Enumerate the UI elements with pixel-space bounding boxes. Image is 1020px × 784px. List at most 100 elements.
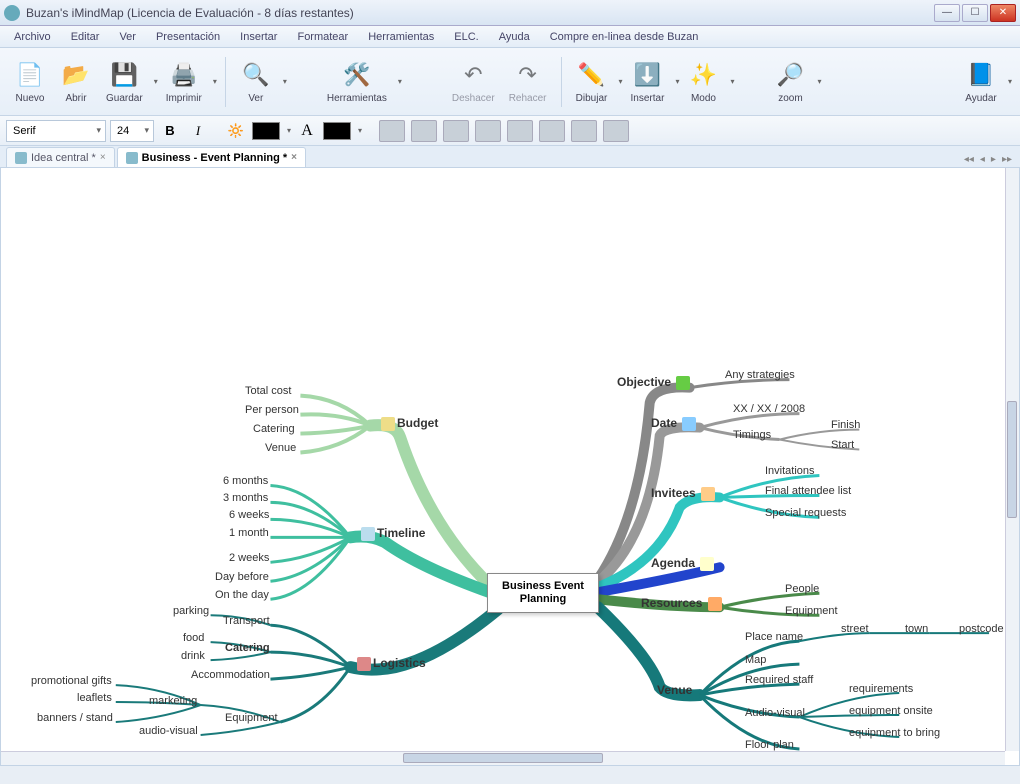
tab-nav-prev[interactable]: ◂ — [978, 152, 987, 167]
abrir-button[interactable]: 📂Abrir — [54, 57, 98, 106]
node[interactable]: Transport — [223, 615, 270, 627]
branch-agenda[interactable]: Agenda — [651, 556, 716, 571]
node[interactable]: Equipment — [785, 605, 838, 617]
tab-nav-last[interactable]: ▸▸ — [1000, 152, 1014, 167]
vertical-scrollbar[interactable] — [1005, 168, 1019, 751]
node[interactable]: Final attendee list — [765, 485, 851, 497]
chevron-down-icon[interactable]: ▾ — [619, 77, 623, 86]
node[interactable]: town — [905, 623, 928, 635]
branch-objective[interactable]: Objective — [617, 375, 692, 390]
node[interactable]: Audio-visual — [745, 707, 805, 719]
close-icon[interactable]: × — [291, 152, 297, 163]
node[interactable]: drink — [181, 650, 205, 662]
node[interactable]: Invitations — [765, 465, 815, 477]
node[interactable]: Per person — [245, 404, 299, 416]
node[interactable]: food — [183, 632, 204, 644]
branch-invitees[interactable]: Invitees — [651, 486, 717, 501]
node[interactable]: Accommodation — [191, 669, 270, 681]
chevron-down-icon[interactable]: ▾ — [154, 77, 158, 86]
tab-nav-next[interactable]: ▸ — [989, 152, 998, 167]
node[interactable]: 6 weeks — [229, 509, 269, 521]
node[interactable]: Special requests — [765, 507, 846, 519]
chevron-down-icon[interactable]: ▾ — [287, 126, 291, 135]
node[interactable]: XX / XX / 2008 — [733, 403, 805, 415]
fill-color-swatch[interactable] — [323, 122, 351, 140]
deshacer-button[interactable]: ↶Deshacer — [446, 57, 501, 106]
insertar-button[interactable]: ⬇️Insertar — [625, 57, 671, 106]
node[interactable]: Day before — [215, 571, 269, 583]
italic-button[interactable]: I — [186, 120, 210, 142]
central-node[interactable]: Business Event Planning — [487, 573, 599, 613]
rehacer-button[interactable]: ↷Rehacer — [503, 57, 553, 106]
node[interactable]: parking — [173, 605, 209, 617]
menu-elc[interactable]: ELC. — [446, 28, 486, 46]
node[interactable]: Map — [745, 654, 766, 666]
node[interactable]: audio-visual — [139, 725, 198, 737]
dibujar-button[interactable]: ✏️Dibujar — [570, 57, 614, 106]
node[interactable]: Any strategies — [725, 369, 795, 381]
ver-button[interactable]: 🔍Ver — [234, 57, 278, 106]
node[interactable]: Timings — [733, 429, 771, 441]
text-color-swatch[interactable] — [252, 122, 280, 140]
node[interactable]: marketing — [149, 695, 197, 707]
branch-timeline[interactable]: Timeline — [359, 526, 425, 541]
node[interactable]: street — [841, 623, 869, 635]
node[interactable]: postcode — [959, 623, 1004, 635]
tab-idea-central[interactable]: Idea central *× — [6, 147, 115, 167]
menu-editar[interactable]: Editar — [63, 28, 108, 46]
font-size-select[interactable]: 24 — [110, 120, 154, 142]
node[interactable]: Catering — [225, 642, 270, 654]
node[interactable]: Start — [831, 439, 854, 451]
branch-resources[interactable]: Resources — [641, 596, 724, 611]
node[interactable]: Total cost — [245, 385, 291, 397]
node[interactable]: Required staff — [745, 674, 813, 686]
node[interactable]: requirements — [849, 683, 913, 695]
menu-ayuda[interactable]: Ayuda — [491, 28, 538, 46]
chevron-down-icon[interactable]: ▾ — [213, 77, 217, 86]
menu-archivo[interactable]: Archivo — [6, 28, 59, 46]
scroll-thumb[interactable] — [1007, 401, 1017, 518]
chevron-down-icon[interactable]: ▾ — [730, 77, 734, 86]
node[interactable]: Equipment — [225, 712, 278, 724]
branch-budget[interactable]: Budget — [379, 416, 438, 431]
highlight-button[interactable]: 🔆 — [224, 120, 248, 142]
menu-compre[interactable]: Compre en-linea desde Buzan — [542, 28, 707, 46]
menu-ver[interactable]: Ver — [111, 28, 144, 46]
chevron-down-icon[interactable]: ▾ — [358, 126, 362, 135]
node[interactable]: banners / stand — [37, 712, 113, 724]
herramientas-button[interactable]: 🛠️Herramientas — [321, 57, 393, 106]
menu-herramientas[interactable]: Herramientas — [360, 28, 442, 46]
node[interactable]: Venue — [265, 442, 296, 454]
font-button[interactable]: A — [295, 120, 319, 142]
chevron-down-icon[interactable]: ▾ — [283, 77, 287, 86]
node[interactable]: promotional gifts — [31, 675, 112, 687]
nuevo-button[interactable]: 📄Nuevo — [8, 57, 52, 106]
branch-venue[interactable]: Venue — [657, 683, 692, 697]
menu-insertar[interactable]: Insertar — [232, 28, 285, 46]
node[interactable]: 1 month — [229, 527, 269, 539]
bold-button[interactable]: B — [158, 120, 182, 142]
zoom-button[interactable]: 🔎zoom — [768, 57, 812, 106]
chevron-down-icon[interactable]: ▾ — [398, 77, 402, 86]
mindmap-canvas[interactable]: Business Event Planning Budget Total cos… — [1, 168, 1019, 765]
modo-button[interactable]: ✨Modo — [681, 57, 725, 106]
scroll-thumb[interactable] — [403, 753, 604, 763]
minimize-button[interactable]: — — [934, 4, 960, 22]
maximize-button[interactable]: ☐ — [962, 4, 988, 22]
node[interactable]: 3 months — [223, 492, 268, 504]
node[interactable]: People — [785, 583, 819, 595]
horizontal-scrollbar[interactable] — [1, 751, 1005, 765]
menu-presentacion[interactable]: Presentación — [148, 28, 228, 46]
node[interactable]: Place name — [745, 631, 803, 643]
font-family-select[interactable]: Serif — [6, 120, 106, 142]
close-button[interactable]: ✕ — [990, 4, 1016, 22]
node[interactable]: Catering — [253, 423, 295, 435]
tab-business-event[interactable]: Business - Event Planning *× — [117, 147, 306, 167]
menu-formatear[interactable]: Formatear — [289, 28, 356, 46]
node[interactable]: leaflets — [77, 692, 112, 704]
node[interactable]: 6 months — [223, 475, 268, 487]
node[interactable]: equipment onsite — [849, 705, 933, 717]
close-icon[interactable]: × — [100, 152, 106, 163]
chevron-down-icon[interactable]: ▾ — [817, 77, 821, 86]
node[interactable]: equipment to bring — [849, 727, 940, 739]
